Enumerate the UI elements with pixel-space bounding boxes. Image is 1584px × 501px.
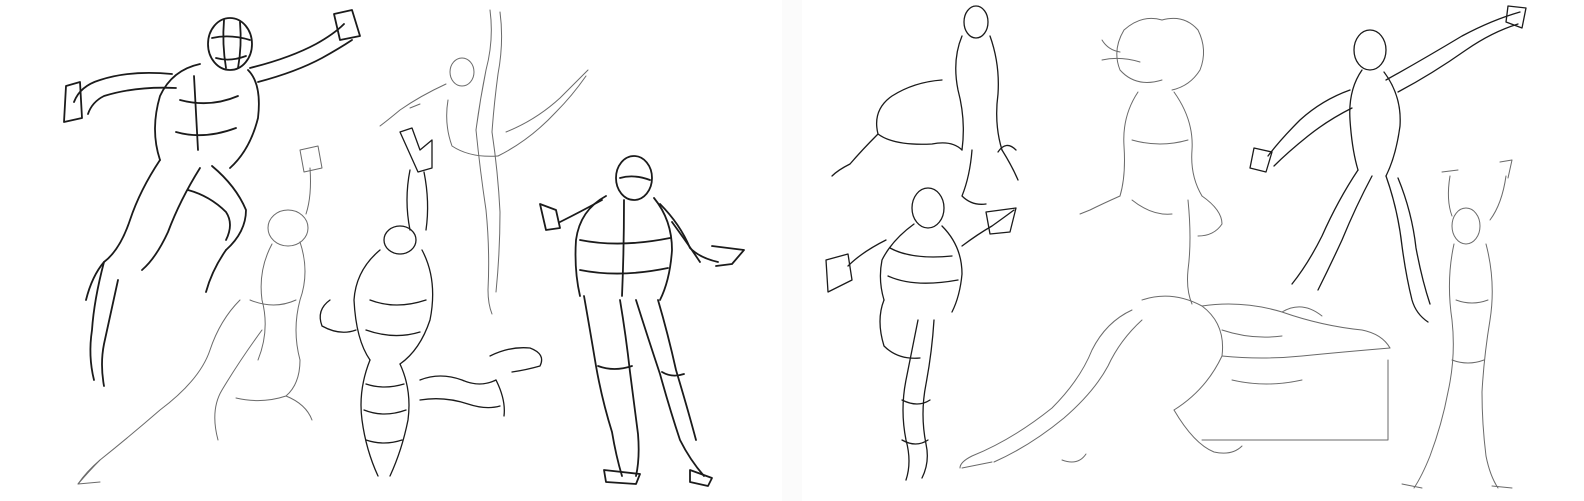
left-sheet-drawing [63,9,745,487]
dancing-mannequin [539,155,745,487]
crouching-figure [319,127,543,477]
sketch-canvas [0,0,1584,501]
kneeling-figure [77,145,323,485]
right-sheet [802,0,1584,501]
right-sheet-drawing [825,5,1527,489]
reclining-figure [959,295,1391,469]
seated-figure [831,5,1019,205]
jumping-figure [63,9,361,387]
page-gutter [782,0,802,501]
left-sheet [0,0,782,501]
arms-raised-figure [1401,159,1513,489]
ballet-figure [379,9,589,315]
crossed-arms-figure [1079,17,1223,305]
reaching-figure [1249,5,1527,323]
kicking-figure [825,187,1017,481]
